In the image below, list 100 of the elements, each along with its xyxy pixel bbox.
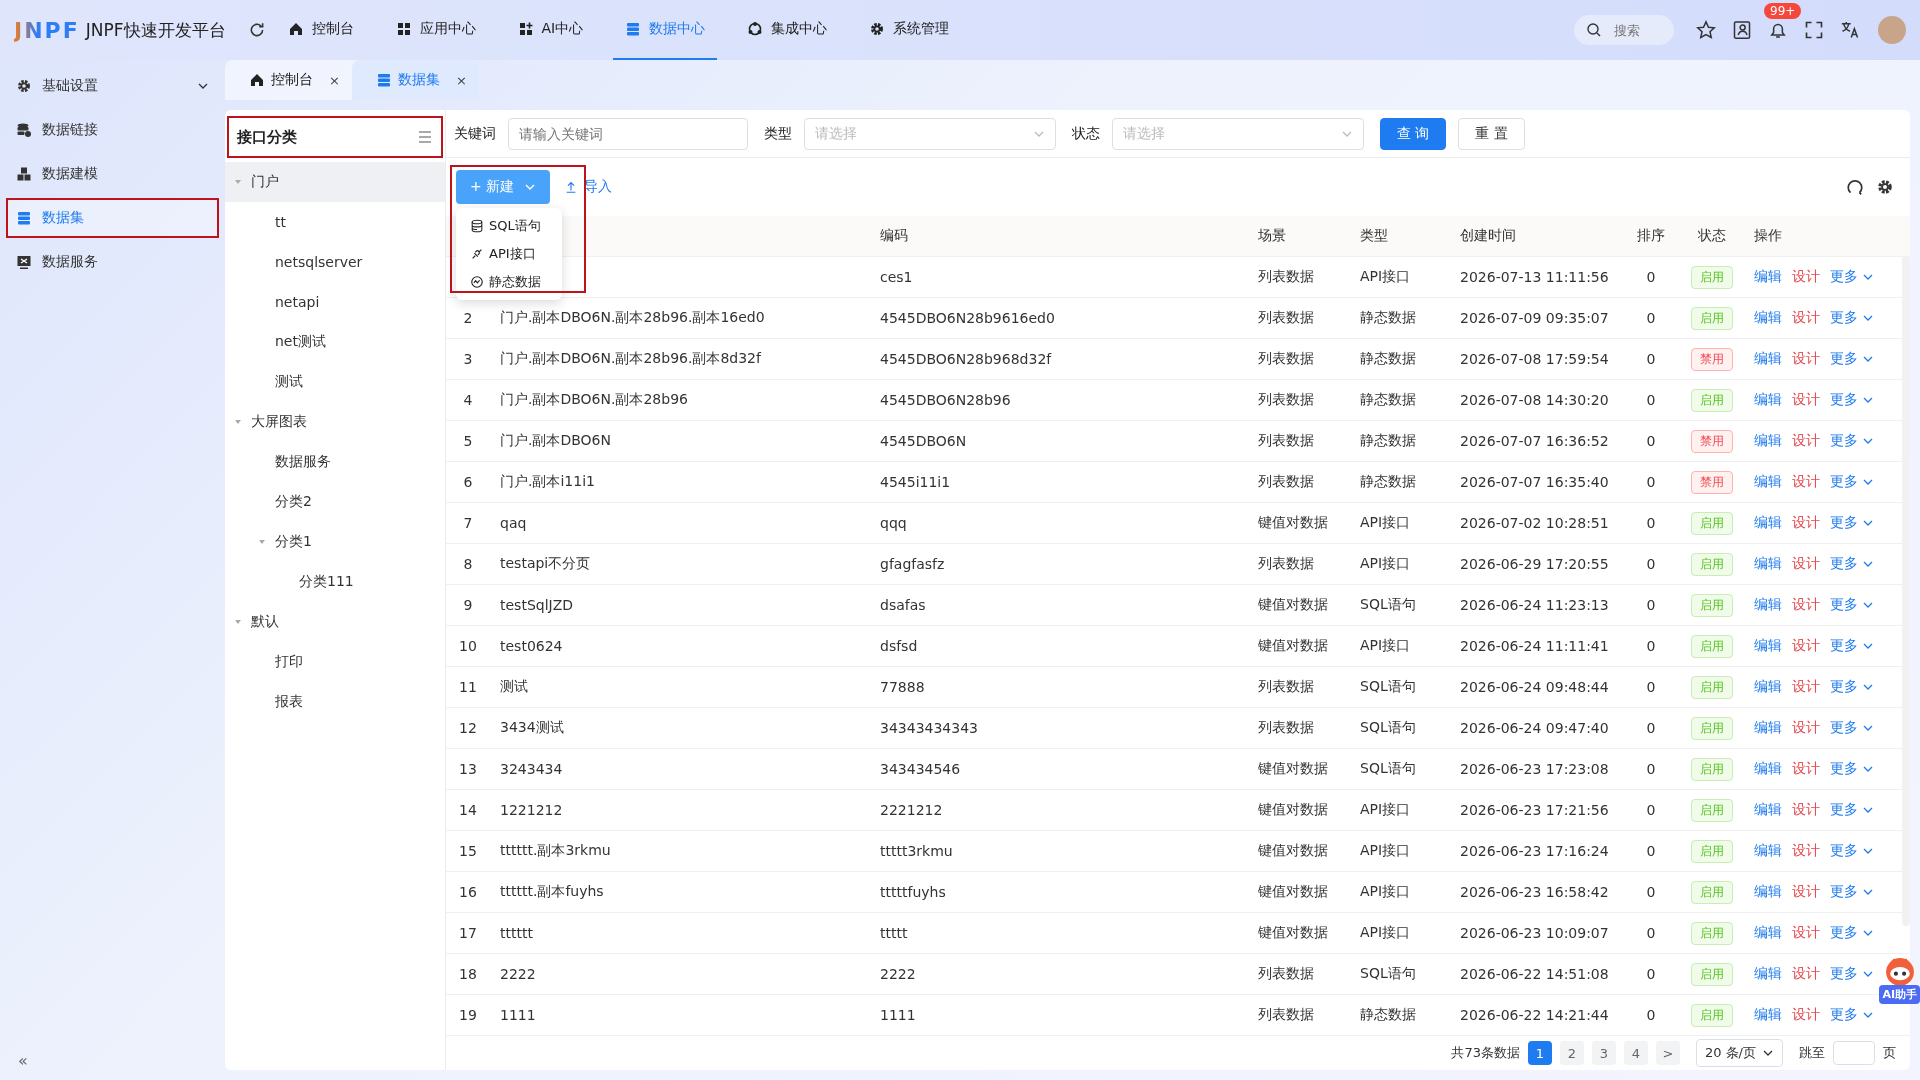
design-link[interactable]: 设计 xyxy=(1792,842,1820,861)
page-button[interactable]: 2 xyxy=(1559,1041,1584,1066)
new-button[interactable]: + 新建 xyxy=(456,170,551,205)
edit-link[interactable]: 编辑 xyxy=(1754,596,1782,615)
nav-tab[interactable]: 系统管理 xyxy=(857,0,962,60)
menu-item[interactable]: 静态数据 xyxy=(456,268,562,297)
edit-link[interactable]: 编辑 xyxy=(1754,391,1782,410)
tree-node[interactable]: 大屏图表 xyxy=(225,402,445,442)
import-link[interactable]: 导入 xyxy=(564,178,613,197)
tree-node[interactable]: 门户 xyxy=(225,162,445,202)
design-link[interactable]: 设计 xyxy=(1792,514,1820,533)
more-link[interactable]: 更多 xyxy=(1830,637,1874,656)
edit-link[interactable]: 编辑 xyxy=(1754,965,1782,984)
design-link[interactable]: 设计 xyxy=(1792,760,1820,779)
nav-tab[interactable]: 数据中心 xyxy=(613,0,718,60)
tree-node[interactable]: 测试 xyxy=(225,362,445,402)
page-tab[interactable]: 数据集 × xyxy=(351,60,479,100)
more-link[interactable]: 更多 xyxy=(1830,350,1874,369)
translate-icon[interactable] xyxy=(1840,20,1860,40)
edit-link[interactable]: 编辑 xyxy=(1754,432,1782,451)
design-link[interactable]: 设计 xyxy=(1792,1006,1820,1025)
more-link[interactable]: 更多 xyxy=(1830,924,1874,943)
contact-card-icon[interactable] xyxy=(1732,20,1752,40)
fullscreen-icon[interactable] xyxy=(1804,20,1824,40)
sidebar-item[interactable]: 数据链接 xyxy=(6,110,219,150)
tree-node[interactable]: 默认 xyxy=(225,602,445,642)
design-link[interactable]: 设计 xyxy=(1792,309,1820,328)
more-link[interactable]: 更多 xyxy=(1830,268,1874,287)
nav-tab[interactable]: 应用中心 xyxy=(383,0,488,60)
more-link[interactable]: 更多 xyxy=(1830,760,1874,779)
star-icon[interactable] xyxy=(1696,20,1716,40)
menu-item[interactable]: SQL语句 xyxy=(456,212,562,241)
edit-link[interactable]: 编辑 xyxy=(1754,555,1782,574)
page-input[interactable] xyxy=(1833,1041,1875,1066)
more-link[interactable]: 更多 xyxy=(1830,309,1874,328)
query-button[interactable]: 查 询 xyxy=(1380,117,1447,150)
tree-node[interactable]: net测试 xyxy=(225,322,445,362)
edit-link[interactable]: 编辑 xyxy=(1754,637,1782,656)
nav-tab[interactable]: AI中心 xyxy=(505,0,596,60)
sidebar-item[interactable]: 数据建模 xyxy=(6,154,219,194)
design-link[interactable]: 设计 xyxy=(1792,268,1820,287)
tree-node[interactable]: 分类111 xyxy=(225,562,445,602)
close-button[interactable]: × xyxy=(455,72,467,88)
search-field[interactable]: 搜索 xyxy=(1574,15,1674,45)
edit-link[interactable]: 编辑 xyxy=(1754,309,1782,328)
design-link[interactable]: 设计 xyxy=(1792,596,1820,615)
page-size-select[interactable]: 20 条/页 xyxy=(1695,1039,1783,1068)
edit-link[interactable]: 编辑 xyxy=(1754,760,1782,779)
more-link[interactable]: 更多 xyxy=(1830,555,1874,574)
page-tab[interactable]: 控制台 × xyxy=(225,60,352,100)
reset-button[interactable]: 重 置 xyxy=(1458,117,1525,150)
design-link[interactable]: 设计 xyxy=(1792,801,1820,820)
edit-link[interactable]: 编辑 xyxy=(1754,350,1782,369)
collapse-button[interactable]: « xyxy=(18,1051,28,1070)
design-link[interactable]: 设计 xyxy=(1792,350,1820,369)
design-link[interactable]: 设计 xyxy=(1792,473,1820,492)
page-button[interactable]: 3 xyxy=(1591,1041,1616,1066)
next-page-button[interactable]: > xyxy=(1655,1041,1680,1066)
design-link[interactable]: 设计 xyxy=(1792,555,1820,574)
sidebar-item[interactable]: 数据服务 xyxy=(6,242,219,282)
keyword-field[interactable]: 请输入关键词 xyxy=(508,117,748,150)
avatar[interactable] xyxy=(1878,16,1906,44)
tree-node[interactable]: 打印 xyxy=(225,642,445,682)
tree-node[interactable]: 分类1 xyxy=(225,522,445,562)
more-link[interactable]: 更多 xyxy=(1830,473,1874,492)
nav-tab[interactable]: 集成中心 xyxy=(735,0,840,60)
more-link[interactable]: 更多 xyxy=(1830,842,1874,861)
edit-link[interactable]: 编辑 xyxy=(1754,924,1782,943)
more-link[interactable]: 更多 xyxy=(1830,596,1874,615)
design-link[interactable]: 设计 xyxy=(1792,883,1820,902)
edit-link[interactable]: 编辑 xyxy=(1754,842,1782,861)
nav-tab[interactable]: 控制台 xyxy=(275,0,366,60)
tree-node[interactable]: netapi xyxy=(225,282,445,322)
edit-link[interactable]: 编辑 xyxy=(1754,883,1782,902)
more-link[interactable]: 更多 xyxy=(1830,801,1874,820)
more-link[interactable]: 更多 xyxy=(1830,1006,1874,1025)
tree-node[interactable]: 报表 xyxy=(225,682,445,722)
menu-item[interactable]: API接口 xyxy=(456,240,562,269)
more-link[interactable]: 更多 xyxy=(1830,965,1874,984)
more-link[interactable]: 更多 xyxy=(1830,514,1874,533)
more-link[interactable]: 更多 xyxy=(1830,678,1874,697)
more-link[interactable]: 更多 xyxy=(1830,719,1874,738)
design-link[interactable]: 设计 xyxy=(1792,391,1820,410)
tree-node[interactable]: 数据服务 xyxy=(225,442,445,482)
more-link[interactable]: 更多 xyxy=(1830,391,1874,410)
tree-node[interactable]: netsqlserver xyxy=(225,242,445,282)
design-link[interactable]: 设计 xyxy=(1792,432,1820,451)
page-button[interactable]: 4 xyxy=(1623,1041,1648,1066)
design-link[interactable]: 设计 xyxy=(1792,637,1820,656)
edit-link[interactable]: 编辑 xyxy=(1754,1006,1782,1025)
edit-link[interactable]: 编辑 xyxy=(1754,719,1782,738)
edit-link[interactable]: 编辑 xyxy=(1754,514,1782,533)
more-link[interactable]: 更多 xyxy=(1830,432,1874,451)
more-link[interactable]: 更多 xyxy=(1830,883,1874,902)
close-button[interactable]: × xyxy=(329,72,340,88)
edit-link[interactable]: 编辑 xyxy=(1754,473,1782,492)
tree-node[interactable]: tt xyxy=(225,202,445,242)
tree-node[interactable]: 分类2 xyxy=(225,482,445,522)
page-button[interactable]: 1 xyxy=(1527,1041,1552,1066)
design-link[interactable]: 设计 xyxy=(1792,965,1820,984)
